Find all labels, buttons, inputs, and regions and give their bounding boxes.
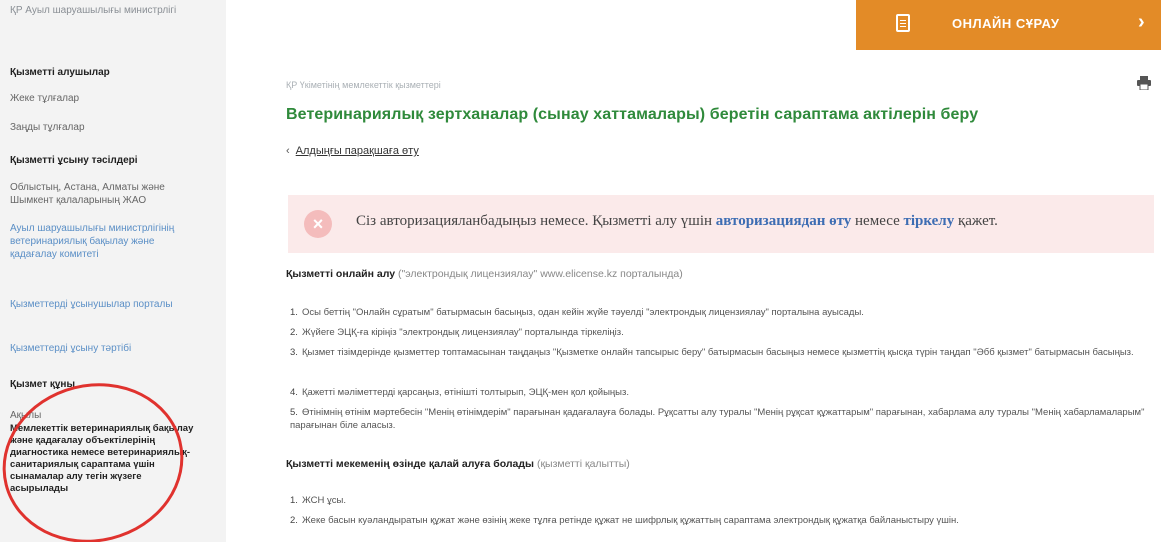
elicense-link[interactable]: www.elicense.kz	[540, 268, 617, 280]
close-circle-icon: ×	[304, 210, 332, 238]
alert-suffix: қажет.	[954, 213, 998, 229]
list-item: 5. Өтінімнің өтінім мәртебесін "Менің өті…	[290, 407, 1145, 431]
breadcrumb[interactable]: ҚР Үкіметінің мемлекеттік қызметтері	[286, 80, 441, 90]
consumer-item: Заңды тұлғалар	[10, 122, 85, 133]
provision-item-link[interactable]: Қызметтерді ұсыну тәртібі	[10, 342, 200, 355]
list-item: 2. Жүйеге ЭЦҚ-ға кіріңіз "электрондық лиц…	[290, 327, 624, 338]
list-item: 2. Жеке басын куәландыратын құжат және өз…	[290, 515, 959, 526]
back-link[interactable]: ‹ Алдыңғы парақшаға өту	[286, 145, 419, 157]
consumers-heading: Қызметті алушылар	[10, 67, 110, 78]
online-heading-end: порталында)	[617, 268, 683, 280]
online-section-heading: Қызметті онлайн алу ("электрондық лиценз…	[286, 268, 683, 280]
online-heading-bold: Қызметті онлайн алу	[286, 268, 396, 280]
print-icon[interactable]	[1136, 76, 1152, 90]
list-item: 1. ЖСН ұсы.	[290, 495, 346, 506]
alert-middle: немесе	[851, 213, 904, 229]
back-link-label: Алдыңғы парақшаға өту	[295, 145, 419, 157]
offline-section-heading: Қызметті мекеменің өзінде қалай алуға бо…	[286, 458, 630, 470]
online-request-label: ОНЛАЙН СҰРАУ	[952, 16, 1060, 31]
login-link[interactable]: авторизациядан өту	[716, 213, 851, 229]
list-item-text: Қызмет тізімдерінде қызметтер топтамасын…	[302, 347, 1134, 358]
list-item-text: Жеке басын куәландыратын құжат және өзін…	[302, 515, 959, 526]
online-heading-rest: ("электрондық лицензиялау"	[395, 268, 541, 280]
offline-heading-bold: Қызметті мекеменің өзінде қалай алуға бо…	[286, 458, 535, 470]
provision-heading: Қызметті ұсыну тәсілдері	[10, 155, 138, 166]
register-link[interactable]: тіркелу	[903, 213, 954, 229]
list-item-text: Қажетті мәліметтерді қарсаңыз, өтінішті …	[302, 387, 629, 398]
offline-heading-rest: (қызметті қалытты)	[534, 458, 630, 470]
online-request-button[interactable]: ОНЛАЙН СҰРАУ ›	[856, 0, 1161, 50]
sidebar-ministry-link[interactable]: ҚР Ауыл шаруашылығы министрлігі	[10, 4, 210, 17]
sidebar: ҚР Ауыл шаруашылығы министрлігі Қызметті…	[0, 0, 226, 542]
provision-item: Облыстың, Астана, Алматы және Шымкент қа…	[10, 182, 165, 206]
list-item-text: ЖСН ұсы.	[302, 495, 346, 506]
list-item-text: Осы беттің "Онлайн сұратым" батырмасын б…	[302, 307, 864, 318]
list-item: 3. Қызмет тізімдерінде қызметтер топтамас…	[290, 347, 1134, 358]
document-icon	[896, 14, 910, 32]
provision-item-link[interactable]: Ауыл шаруашылығы министрлігінің ветерина…	[10, 222, 180, 261]
list-item-text: Жүйеге ЭЦҚ-ға кіріңіз "электрондық лицен…	[302, 327, 624, 338]
list-item: 4. Қажетті мәліметтерді қарсаңыз, өтінішт…	[290, 387, 629, 398]
consumer-item: Жеке тұлғалар	[10, 93, 80, 104]
auth-alert: × Сіз авторизацияланбадыңыз немесе. Қызм…	[288, 195, 1154, 253]
list-item-text: Өтінімнің өтінім мәртебесін "Менің өтіні…	[290, 407, 1145, 431]
alert-prefix: Сіз авторизацияланбадыңыз немесе. Қызмет…	[356, 213, 716, 229]
chevron-right-icon: ›	[1138, 11, 1145, 33]
provision-item-link[interactable]: Қызметтерді ұсынушылар порталы	[10, 298, 185, 311]
list-item: 1. Осы беттің "Онлайн сұратым" батырмасын…	[290, 307, 864, 318]
page-title: Ветеринариялық зертханалар (сынау хаттам…	[286, 106, 979, 123]
alert-message: Сіз авторизацияланбадыңыз немесе. Қызмет…	[356, 213, 998, 230]
chevron-left-icon: ‹	[286, 145, 290, 157]
